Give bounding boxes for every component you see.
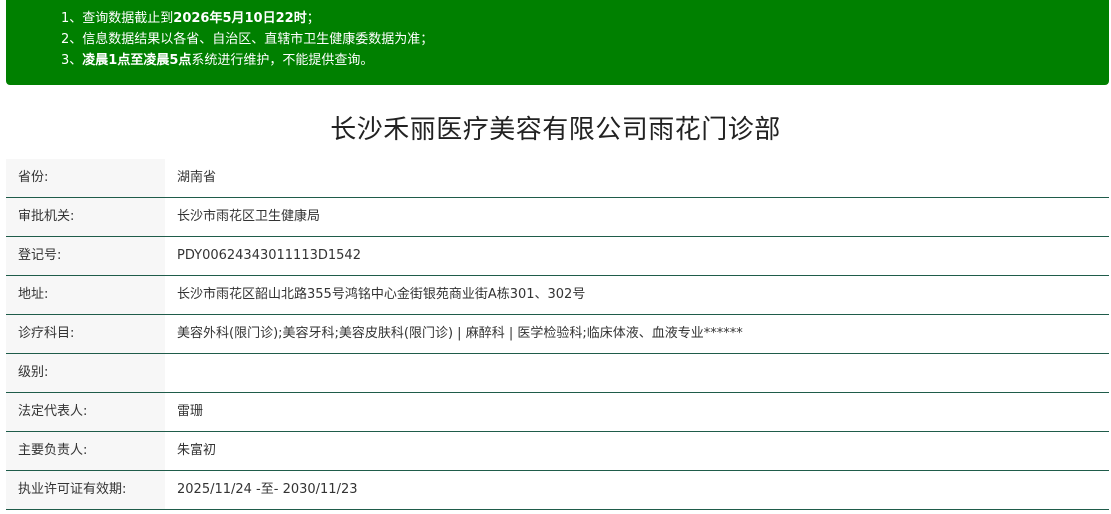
row-principal: 主要负责人: 朱富初 xyxy=(6,432,1109,471)
row-province: 省份: 湖南省 xyxy=(6,159,1109,198)
notice-text: ； xyxy=(306,11,320,26)
label-principal: 主要负责人: xyxy=(6,432,165,470)
row-level: 级别: xyxy=(6,354,1109,393)
label-province: 省份: xyxy=(6,159,165,197)
value-province: 湖南省 xyxy=(177,170,217,185)
label-departments: 诊疗科目: xyxy=(6,315,165,353)
notice-cutoff-date: 2026年5月10日22时 xyxy=(173,11,307,26)
row-legal-representative: 法定代表人: 雷珊 xyxy=(6,393,1109,432)
row-approval-authority: 审批机关: 长沙市雨花区卫生健康局 xyxy=(6,198,1109,237)
label-level: 级别: xyxy=(6,354,165,392)
value-approval-authority: 长沙市雨花区卫生健康局 xyxy=(177,209,321,224)
value-registration-number: PDY00624343011113D1542 xyxy=(177,248,361,263)
row-departments: 诊疗科目: 美容外科(限门诊);美容牙科;美容皮肤科(限门诊) | 麻醉科 | … xyxy=(6,315,1109,354)
notice-text: 2、信息数据结果以各省、自治区、直辖市卫生健康委数据为准； xyxy=(61,32,434,47)
page-title: 长沙禾丽医疗美容有限公司雨花门诊部 xyxy=(330,115,781,145)
label-license-validity: 执业许可证有效期: xyxy=(6,471,165,509)
notice-line-3: 3、凌晨1点至凌晨5点系统进行维护，不能提供查询。 xyxy=(61,50,1109,71)
notice-text: 系统进行维护，不能提供查询。 xyxy=(191,53,374,68)
value-departments: 美容外科(限门诊);美容牙科;美容皮肤科(限门诊) | 麻醉科 | 医学检验科;… xyxy=(177,326,743,341)
notice-banner: 1、查询数据截止到2026年5月10日22时； 2、信息数据结果以各省、自治区、… xyxy=(6,0,1109,85)
info-table: 省份: 湖南省 审批机关: 长沙市雨花区卫生健康局 登记号: PDY006243… xyxy=(6,159,1109,510)
value-principal: 朱富初 xyxy=(177,443,217,458)
row-address: 地址: 长沙市雨花区韶山北路355号鸿铭中心金街银苑商业街A栋301、302号 xyxy=(6,276,1109,315)
label-registration-number: 登记号: xyxy=(6,237,165,275)
notice-line-2: 2、信息数据结果以各省、自治区、直辖市卫生健康委数据为准； xyxy=(61,29,1109,50)
notice-text: 3、 xyxy=(61,53,83,68)
value-license-validity: 2025/11/24 -至- 2030/11/23 xyxy=(177,482,358,497)
row-license-validity: 执业许可证有效期: 2025/11/24 -至- 2030/11/23 xyxy=(6,471,1109,510)
value-level xyxy=(165,354,1109,392)
notice-text: 1、查询数据截止到 xyxy=(61,11,174,26)
notice-line-1: 1、查询数据截止到2026年5月10日22时； xyxy=(61,8,1109,29)
notice-maintenance-window: 凌晨1点至凌晨5点 xyxy=(82,53,192,68)
value-address: 长沙市雨花区韶山北路355号鸿铭中心金街银苑商业街A栋301、302号 xyxy=(177,287,586,302)
label-legal-representative: 法定代表人: xyxy=(6,393,165,431)
label-approval-authority: 审批机关: xyxy=(6,198,165,236)
value-legal-representative: 雷珊 xyxy=(177,404,204,419)
row-registration-number: 登记号: PDY00624343011113D1542 xyxy=(6,237,1109,276)
label-address: 地址: xyxy=(6,276,165,314)
